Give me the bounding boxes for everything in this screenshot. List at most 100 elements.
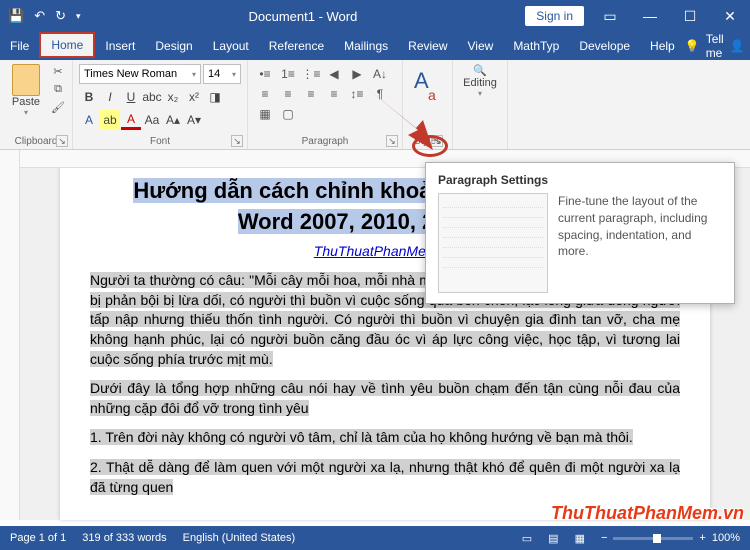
group-label-clipboard: Clipboard ↘ [6, 134, 66, 147]
align-right-icon[interactable]: ≡ [300, 84, 322, 104]
zoom-slider[interactable] [613, 537, 693, 540]
clipboard-launcher-icon[interactable]: ↘ [56, 135, 68, 147]
tab-home[interactable]: Home [39, 32, 95, 58]
justify-icon[interactable]: ≡ [323, 84, 345, 104]
redo-icon[interactable]: ↻ [55, 8, 66, 24]
cut-icon[interactable]: ✂ [50, 64, 66, 78]
change-case-icon[interactable]: Aa [142, 110, 162, 130]
tell-me-icon: 💡 [685, 39, 700, 53]
decrease-indent-icon[interactable]: ◀ [323, 64, 345, 84]
font-size-value: 14 [208, 68, 220, 80]
tab-developer[interactable]: Develope [569, 32, 640, 60]
show-marks-icon[interactable]: ¶ [369, 84, 391, 104]
sort-icon[interactable]: A↓ [369, 64, 391, 84]
tab-design[interactable]: Design [145, 32, 202, 60]
undo-icon[interactable]: ↶ [34, 8, 45, 24]
window-controls: ▭ — ☐ ✕ [590, 0, 750, 32]
font-color-icon[interactable]: A [121, 110, 141, 130]
view-web-icon[interactable]: ▦ [575, 532, 585, 545]
save-icon[interactable]: 💾 [8, 8, 24, 24]
zoom-control[interactable]: − + 100% [601, 532, 740, 544]
bold-button[interactable]: B [79, 87, 99, 107]
view-print-icon[interactable]: ▤ [548, 532, 558, 545]
tab-mathtype[interactable]: MathTyp [503, 32, 569, 60]
status-word-count[interactable]: 319 of 333 words [82, 532, 166, 544]
group-font: Times New Roman ▾ 14 ▾ B I U abc x₂ x² ◨… [73, 60, 248, 149]
status-language[interactable]: English (United States) [183, 532, 296, 544]
chevron-down-icon: ▾ [463, 89, 497, 98]
group-label-styles: Styles ↘ [414, 134, 441, 147]
subscript-button[interactable]: x₂ [163, 87, 183, 107]
tab-layout[interactable]: Layout [203, 32, 259, 60]
styles-launcher-icon[interactable]: ↘ [431, 135, 443, 147]
paste-label: Paste [12, 96, 40, 108]
tab-mailings[interactable]: Mailings [334, 32, 398, 60]
text-effects-icon[interactable]: A [79, 110, 99, 130]
group-paragraph: •≡ 1≡ ⋮≡ ◀ ▶ A↓ ≡ ≡ ≡ ≡ ↕≡ ¶ ▦ ▢ Paragra… [248, 60, 403, 149]
tell-me[interactable]: Tell me [706, 32, 724, 60]
doc-paragraph: Dưới đây là tổng hợp những câu nói hay v… [90, 379, 680, 418]
align-left-icon[interactable]: ≡ [254, 84, 276, 104]
doc-paragraph: 2. Thật dễ dàng để làm quen với một ngườ… [90, 458, 680, 497]
align-center-icon[interactable]: ≡ [277, 84, 299, 104]
vertical-ruler[interactable] [0, 150, 20, 520]
increase-indent-icon[interactable]: ▶ [346, 64, 368, 84]
group-clipboard: Paste ▾ ✂ ⧉ 🖌 Clipboard ↘ [0, 60, 73, 149]
ribbon-tabs: File Home Insert Design Layout Reference… [0, 32, 750, 60]
maximize-icon[interactable]: ☐ [670, 0, 710, 32]
zoom-out-icon[interactable]: − [601, 532, 607, 544]
tab-references[interactable]: Reference [259, 32, 334, 60]
doc-paragraph: 1. Trên đời này không có người vô tâm, c… [90, 428, 680, 448]
line-spacing-icon[interactable]: ↕≡ [346, 84, 368, 104]
paragraph-launcher-icon[interactable]: ↘ [386, 135, 398, 147]
close-icon[interactable]: ✕ [710, 0, 750, 32]
watermark: ThuThuatPhanMem.vn [551, 503, 744, 524]
view-read-icon[interactable]: ▭ [522, 532, 532, 545]
copy-icon[interactable]: ⧉ [50, 82, 66, 96]
chevron-down-icon: ▾ [232, 70, 236, 79]
ribbon-options-icon[interactable]: ▭ [590, 0, 630, 32]
underline-button[interactable]: U [121, 87, 141, 107]
paste-button[interactable]: Paste ▾ [6, 64, 46, 117]
editing-label: Editing [463, 77, 497, 89]
minimize-icon[interactable]: — [630, 0, 670, 32]
bullets-icon[interactable]: •≡ [254, 64, 276, 84]
chevron-down-icon: ▾ [192, 70, 196, 79]
shrink-font-icon[interactable]: A▾ [184, 110, 204, 130]
group-styles: Aa Styles ↘ [403, 60, 453, 149]
ribbon: Paste ▾ ✂ ⧉ 🖌 Clipboard ↘ Times New Roma… [0, 60, 750, 150]
tab-insert[interactable]: Insert [95, 32, 145, 60]
strike-button[interactable]: abc [142, 87, 162, 107]
format-painter-icon[interactable]: 🖌 [50, 100, 66, 114]
find-icon: 🔍 [463, 64, 497, 77]
zoom-level[interactable]: 100% [712, 532, 740, 544]
editing-button[interactable]: 🔍 Editing ▾ [463, 64, 497, 98]
italic-button[interactable]: I [100, 87, 120, 107]
shading-icon[interactable]: ▦ [254, 104, 276, 124]
font-launcher-icon[interactable]: ↘ [231, 135, 243, 147]
paragraph-settings-tooltip: Paragraph Settings Fine-tune the layout … [425, 162, 735, 304]
tab-file[interactable]: File [0, 32, 39, 60]
document-title: Document1 - Word [81, 9, 526, 24]
numbering-icon[interactable]: 1≡ [277, 64, 299, 84]
status-bar: Page 1 of 1 319 of 333 words English (Un… [0, 526, 750, 550]
tab-help[interactable]: Help [640, 32, 685, 60]
tab-review[interactable]: Review [398, 32, 457, 60]
font-size-select[interactable]: 14 ▾ [203, 64, 241, 84]
tab-view[interactable]: View [458, 32, 504, 60]
styles-button[interactable]: Aa [410, 64, 446, 108]
sign-in-button[interactable]: Sign in [525, 6, 584, 26]
status-page[interactable]: Page 1 of 1 [10, 532, 66, 544]
grow-font-icon[interactable]: A▴ [163, 110, 183, 130]
tooltip-thumbnail [438, 193, 548, 293]
zoom-in-icon[interactable]: + [699, 532, 705, 544]
multilevel-icon[interactable]: ⋮≡ [300, 64, 322, 84]
group-label-font: Font ↘ [79, 134, 241, 147]
styles-icon: Aa [412, 66, 444, 106]
clear-format-icon[interactable]: ◨ [205, 87, 225, 107]
font-name-select[interactable]: Times New Roman ▾ [79, 64, 201, 84]
superscript-button[interactable]: x² [184, 87, 204, 107]
group-editing: 🔍 Editing ▾ [453, 60, 508, 149]
borders-icon[interactable]: ▢ [277, 104, 299, 124]
highlight-icon[interactable]: ab [100, 110, 120, 130]
